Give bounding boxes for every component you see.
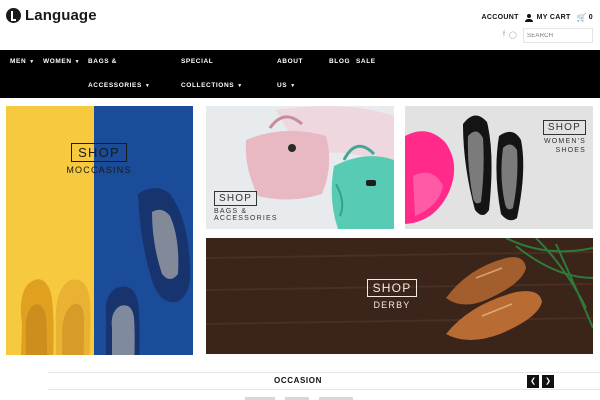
nav-item-label: SALE xyxy=(356,58,376,65)
nav-item-sale[interactable]: SALE xyxy=(356,50,376,74)
tile-caption: SHOP BAGS & ACCESSORIES xyxy=(214,188,278,222)
nav-item-label: BAGS & xyxy=(88,58,117,65)
category-label: BAGS & xyxy=(214,208,248,215)
chevron-down-icon: ▼ xyxy=(237,83,243,89)
chevron-down-icon: ▼ xyxy=(29,59,35,65)
social-links: f ◯ xyxy=(503,31,517,39)
occasion-section-header: OCCASION ❮ ❯ xyxy=(48,372,600,390)
chevron-right-icon[interactable]: ❯ xyxy=(542,375,554,388)
chevron-down-icon: ▼ xyxy=(74,59,81,65)
promo-tile-bags[interactable]: SHOP BAGS & ACCESSORIES xyxy=(206,106,394,229)
nav-item-label: MEN xyxy=(10,58,27,65)
tile-caption: SHOP DERBY xyxy=(364,279,420,310)
category-label: WOMEN'S xyxy=(543,138,586,145)
account-link[interactable]: ACCOUNT xyxy=(482,14,519,21)
nav-item-bags-continued[interactable]: ACCESSORIES ▼ xyxy=(88,74,150,98)
nav-item-label: ABOUT xyxy=(277,58,304,65)
user-icon xyxy=(524,13,533,22)
facebook-icon[interactable]: f xyxy=(503,31,505,39)
chevron-down-icon: ▼ xyxy=(144,83,151,89)
nav-item-collections[interactable]: COLLECTIONS ▼ xyxy=(181,74,243,98)
nav-item-blog[interactable]: BLOG xyxy=(329,50,350,74)
nav-item-label: BLOG xyxy=(329,58,351,65)
nav-item-special[interactable]: SPECIAL xyxy=(181,50,213,74)
category-label: ACCESSORIES xyxy=(214,215,278,222)
site-header: Language ACCOUNT MY CART 🛒 0 f ◯ xyxy=(0,0,600,50)
nav-item-men[interactable]: MEN ▼ xyxy=(10,50,35,74)
search-input[interactable] xyxy=(523,28,593,43)
instagram-icon[interactable]: ◯ xyxy=(509,31,517,39)
promo-tile-womens-shoes[interactable]: SHOP WOMEN'S SHOES xyxy=(405,106,593,229)
shop-label: SHOP xyxy=(542,120,586,135)
chevron-left-icon[interactable]: ❮ xyxy=(527,375,539,388)
storefront-page: Language ACCOUNT MY CART 🛒 0 f ◯ MEN▼ WO… xyxy=(0,0,600,400)
nav-item-label: US xyxy=(277,82,288,89)
my-cart-link[interactable]: MY CART xyxy=(537,14,571,21)
promo-tile-moccasins[interactable]: SHOP MOCCASINS xyxy=(6,106,193,355)
utility-links: ACCOUNT MY CART 🛒 0 xyxy=(482,13,593,22)
nav-item-about-continued[interactable]: US ▼ xyxy=(277,74,296,98)
language-logo-icon xyxy=(6,8,21,23)
category-label: DERBY xyxy=(373,300,411,310)
category-label: SHOES xyxy=(555,147,586,154)
chevron-down-icon: ▼ xyxy=(290,83,296,89)
section-title: OCCASION xyxy=(274,376,322,385)
nav-item-bags[interactable]: BAGS & xyxy=(88,50,117,74)
nav-item-label: WOMEN xyxy=(43,58,72,65)
nav-item-label: SPECIAL xyxy=(181,58,214,65)
cart-icon[interactable]: 🛒 xyxy=(577,13,587,22)
promo-tile-derby[interactable]: SHOP DERBY xyxy=(206,238,593,354)
tile-caption: SHOP MOCCASINS xyxy=(51,143,147,175)
nav-item-label: COLLECTIONS xyxy=(181,82,235,89)
nav-item-women[interactable]: WOMEN ▼ xyxy=(43,50,80,74)
shop-label: SHOP xyxy=(71,143,127,162)
main-nav: MEN ▼ WOMEN ▼ BAGS & ACCESSORIES ▼ SPECIAL … xyxy=(0,50,600,98)
shop-label: SHOP xyxy=(214,191,258,206)
shop-label: SHOP xyxy=(366,279,418,297)
brand-name: Language xyxy=(25,7,97,24)
cart-count: 0 xyxy=(588,14,593,21)
category-label: MOCCASINS xyxy=(66,165,132,175)
nav-item-label: ACCESSORIES xyxy=(88,82,142,89)
nav-item-about[interactable]: ABOUT xyxy=(277,50,303,74)
logo[interactable]: Language xyxy=(6,7,97,24)
tile-caption: SHOP WOMEN'S SHOES xyxy=(536,117,586,155)
